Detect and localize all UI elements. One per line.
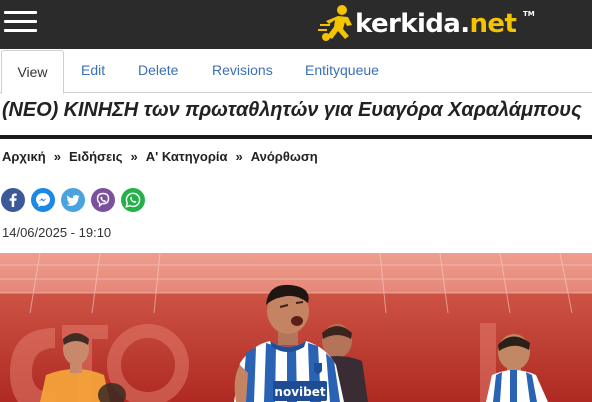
breadcrumb-news[interactable]: Ειδήσεις <box>69 149 123 164</box>
messenger-icon <box>36 193 50 207</box>
breadcrumb-separator: » <box>130 149 138 164</box>
logo-trademark: TM <box>523 10 535 18</box>
breadcrumb-separator: » <box>53 149 61 164</box>
site-header: kerkida.net TM <box>0 0 592 49</box>
messenger-share-button[interactable] <box>31 188 55 212</box>
site-logo[interactable]: kerkida.net TM <box>318 3 535 45</box>
sponsor-text: novibet <box>274 385 325 399</box>
football-celebration-photo: novibet <box>0 253 592 402</box>
tab-edit[interactable]: Edit <box>81 49 105 91</box>
tab-entityqueue[interactable]: Entityqueue <box>305 49 379 91</box>
tab-delete[interactable]: Delete <box>138 49 178 91</box>
article-title: (ΝΕΟ) ΚΙΝΗΣΗ των πρωταθλητών για Ευαγόρα… <box>2 99 582 121</box>
tab-view[interactable]: View <box>1 50 64 94</box>
facebook-share-button[interactable] <box>1 188 25 212</box>
logo-player-icon <box>318 5 352 41</box>
twitter-icon <box>66 195 80 206</box>
facebook-icon <box>9 193 17 207</box>
article-hero-image[interactable]: novibet <box>0 253 592 402</box>
breadcrumb-first-division[interactable]: Α' Κατηγορία <box>146 149 228 164</box>
tab-revisions[interactable]: Revisions <box>212 49 273 91</box>
breadcrumb-anorthosis[interactable]: Ανόρθωση <box>251 149 318 164</box>
menu-icon[interactable] <box>4 9 37 35</box>
logo-wordmark: kerkida.net <box>355 9 517 39</box>
breadcrumb-separator: » <box>235 149 243 164</box>
title-divider <box>0 135 592 139</box>
admin-tabs: View Edit Delete Revisions Entityqueue <box>0 49 592 94</box>
whatsapp-icon <box>125 192 141 208</box>
viber-share-button[interactable] <box>91 188 115 212</box>
publish-date: 14/06/2025 - 19:10 <box>2 225 112 240</box>
breadcrumb-home[interactable]: Αρχική <box>2 149 46 164</box>
viber-icon <box>96 192 110 208</box>
whatsapp-share-button[interactable] <box>121 188 145 212</box>
breadcrumb: Αρχική » Ειδήσεις » Α' Κατηγορία » Ανόρθωση <box>2 149 318 164</box>
twitter-share-button[interactable] <box>61 188 85 212</box>
